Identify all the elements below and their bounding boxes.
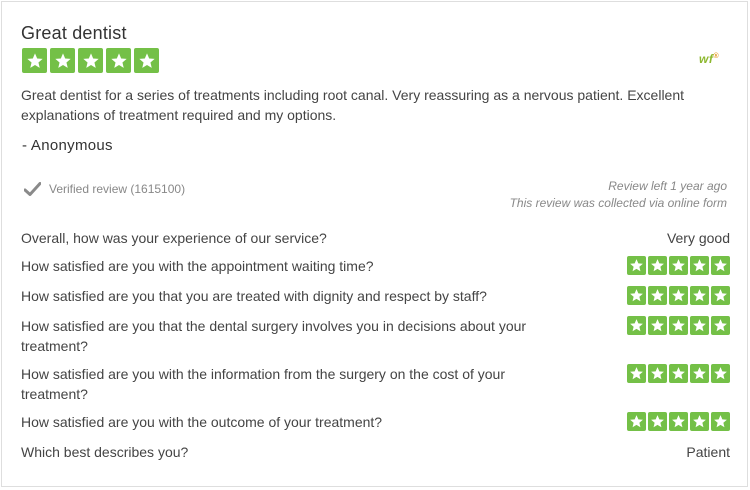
review-title: Great dentist [21, 23, 127, 43]
star-icon [627, 316, 646, 335]
review-card: Great dentist wf® Great dentist for a se… [1, 1, 748, 487]
star-icon [669, 364, 688, 383]
question-row: How satisfied are you with the outcome o… [21, 412, 730, 432]
question-text: Which best describes you? [21, 444, 189, 460]
verified-label: Verified review (1615100) [49, 182, 186, 196]
brand-logo: wf® [699, 52, 720, 66]
star-icon [669, 412, 688, 431]
question-rating-stars [627, 316, 730, 335]
star-icon [690, 286, 709, 305]
star-icon [134, 48, 159, 73]
star-icon [648, 256, 667, 275]
checkmark-icon [24, 182, 41, 196]
question-answer: Patient [686, 444, 730, 460]
question-row: How satisfied are you with the appointme… [21, 256, 730, 276]
star-icon [50, 48, 75, 73]
star-icon [106, 48, 131, 73]
star-icon [711, 256, 730, 275]
question-rating-stars [627, 286, 730, 305]
star-icon [22, 48, 47, 73]
question-rating-stars [627, 412, 730, 431]
star-icon [669, 286, 688, 305]
star-icon [711, 286, 730, 305]
review-body: Great dentist for a series of treatments… [21, 87, 685, 123]
question-answer: Very good [666, 230, 730, 246]
star-icon [627, 286, 646, 305]
review-collected-via: This review was collected via online for… [509, 196, 727, 210]
star-icon [627, 412, 646, 431]
star-icon [690, 316, 709, 335]
question-row: Which best describes you? Patient [21, 442, 730, 462]
question-rating-stars [627, 256, 730, 275]
star-icon [690, 256, 709, 275]
question-text: How satisfied are you with the outcome o… [21, 414, 383, 430]
star-icon [627, 364, 646, 383]
question-text: How satisfied are you with the appointme… [21, 258, 374, 274]
overall-rating-stars [22, 48, 159, 73]
star-icon [78, 48, 103, 73]
question-row: How satisfied are you with the informati… [21, 364, 730, 404]
question-text: How satisfied are you that the dental su… [21, 318, 527, 354]
question-text: How satisfied are you with the informati… [21, 366, 506, 402]
question-text: How satisfied are you that you are treat… [21, 288, 487, 304]
verified-review: Verified review (1615100) [24, 182, 185, 196]
star-icon [690, 364, 709, 383]
star-icon [669, 316, 688, 335]
star-icon [648, 412, 667, 431]
star-icon [711, 364, 730, 383]
question-text: Overall, how was your experience of our … [21, 230, 327, 246]
review-author: - Anonymous [22, 137, 113, 154]
review-left-time: Review left 1 year ago [608, 179, 727, 193]
question-rating-stars [627, 364, 730, 383]
question-row: How satisfied are you that the dental su… [21, 316, 730, 356]
question-row: Overall, how was your experience of our … [21, 228, 730, 248]
star-icon [711, 412, 730, 431]
star-icon [711, 316, 730, 335]
star-icon [690, 412, 709, 431]
star-icon [669, 256, 688, 275]
review-meta: Review left 1 year ago This review was c… [510, 178, 727, 212]
star-icon [648, 364, 667, 383]
star-icon [648, 286, 667, 305]
star-icon [648, 316, 667, 335]
question-row: How satisfied are you that you are treat… [21, 286, 730, 306]
star-icon [627, 256, 646, 275]
